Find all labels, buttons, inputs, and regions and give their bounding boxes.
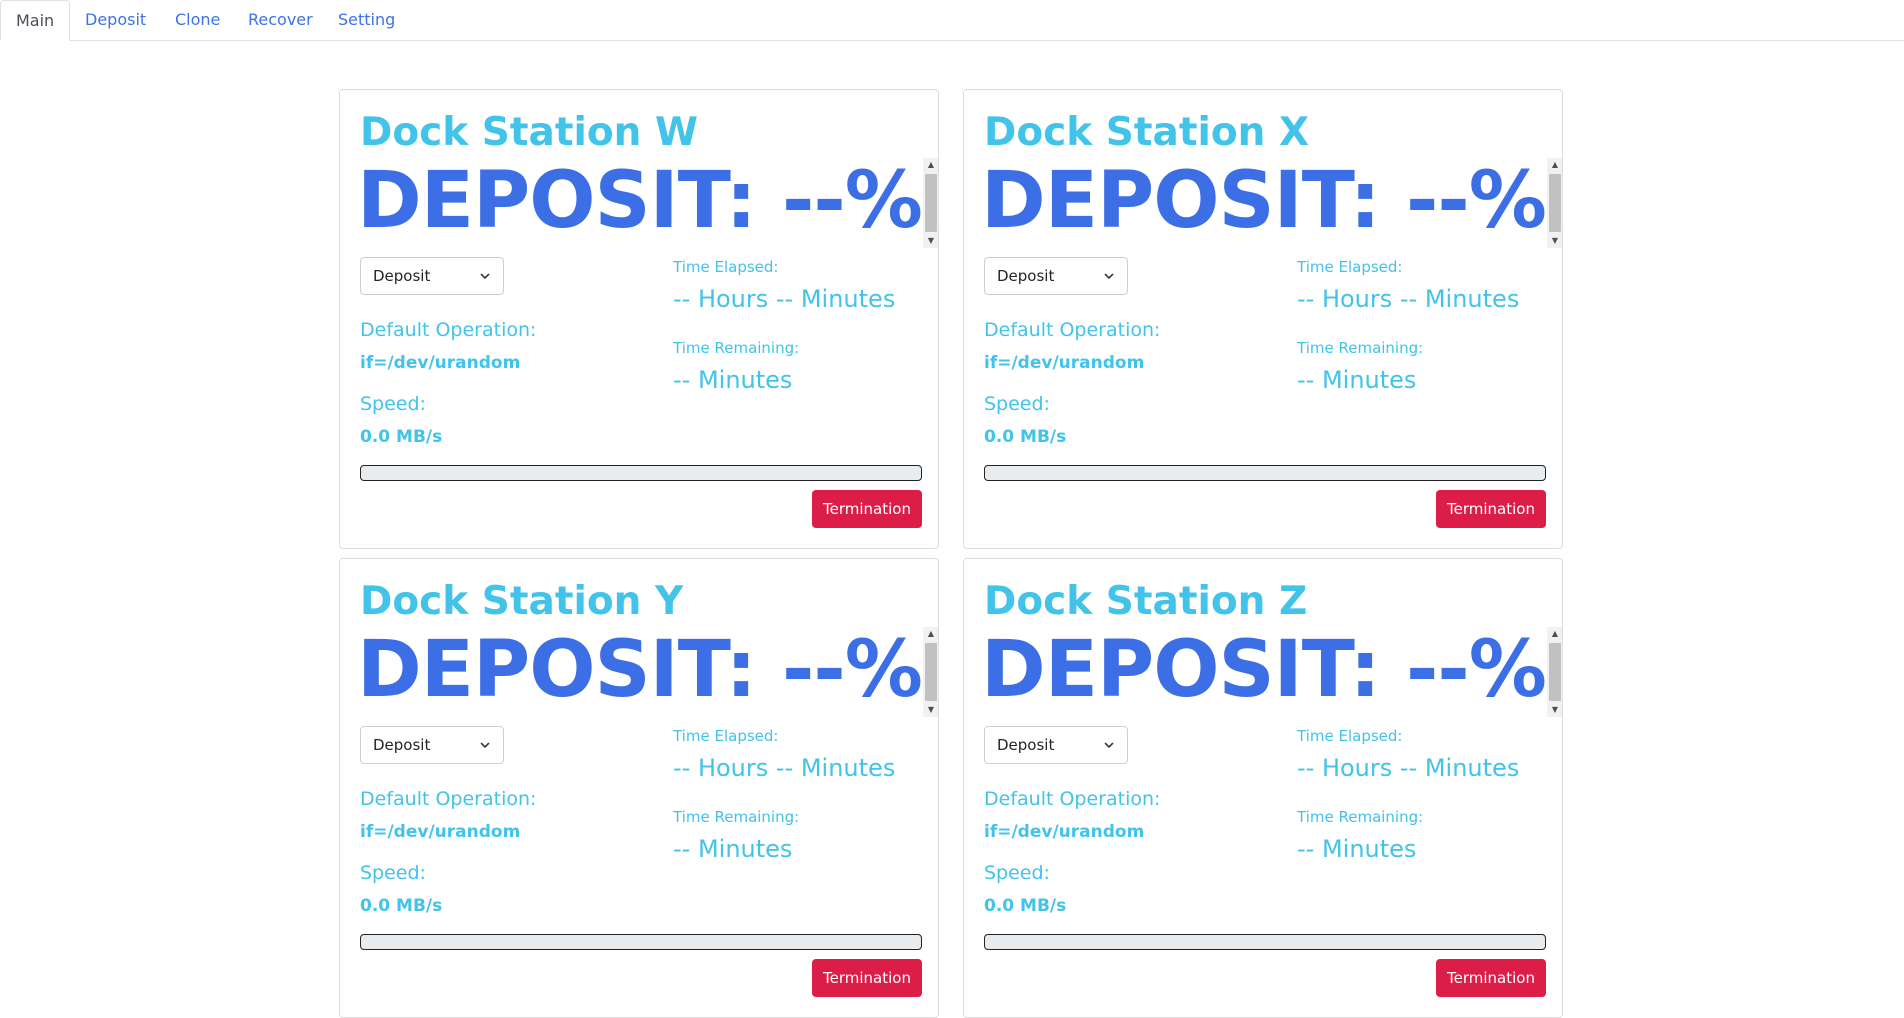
speed-label: Speed: bbox=[984, 862, 1050, 884]
station-card-y: Dock Station Y DEPOSIT: --% ▲ ▼ Deposit … bbox=[339, 558, 939, 1018]
mode-select-value: Deposit bbox=[997, 267, 1055, 285]
mode-select[interactable]: Deposit bbox=[360, 257, 504, 295]
mode-select-value: Deposit bbox=[373, 736, 431, 754]
time-elapsed-value: -- Hours -- Minutes bbox=[673, 754, 896, 782]
termination-button[interactable]: Termination bbox=[812, 959, 922, 997]
time-elapsed-value: -- Hours -- Minutes bbox=[673, 285, 896, 313]
mode-select-value: Deposit bbox=[997, 736, 1055, 754]
deposit-percentage: DEPOSIT: --% bbox=[357, 158, 922, 246]
scroll-down-arrow-icon[interactable]: ▼ bbox=[923, 703, 938, 717]
tab-deposit[interactable]: Deposit bbox=[85, 0, 146, 41]
progress-bar bbox=[984, 934, 1546, 950]
chevron-down-icon bbox=[480, 273, 490, 280]
default-operation-label: Default Operation: bbox=[984, 319, 1161, 341]
station-title: Dock Station Y bbox=[360, 579, 684, 624]
tab-setting[interactable]: Setting bbox=[338, 0, 395, 41]
chevron-down-icon bbox=[1104, 742, 1114, 749]
scroll-thumb[interactable] bbox=[1549, 643, 1561, 701]
scroll-thumb[interactable] bbox=[925, 643, 937, 701]
time-remaining-label: Time Remaining: bbox=[673, 339, 800, 357]
time-remaining-value: -- Minutes bbox=[673, 366, 793, 394]
speed-value: 0.0 MB/s bbox=[360, 896, 443, 916]
termination-button[interactable]: Termination bbox=[812, 490, 922, 528]
vertical-scrollbar[interactable]: ▲ ▼ bbox=[923, 158, 938, 248]
termination-button[interactable]: Termination bbox=[1436, 490, 1546, 528]
default-operation-value: if=/dev/urandom bbox=[360, 822, 521, 842]
default-operation-label: Default Operation: bbox=[360, 319, 537, 341]
mode-select[interactable]: Deposit bbox=[984, 257, 1128, 295]
time-elapsed-value: -- Hours -- Minutes bbox=[1297, 754, 1520, 782]
progress-bar bbox=[984, 465, 1546, 481]
time-remaining-label: Time Remaining: bbox=[1297, 339, 1424, 357]
speed-value: 0.0 MB/s bbox=[984, 427, 1067, 447]
station-card-w: Dock Station W DEPOSIT: --% ▲ ▼ Deposit … bbox=[339, 89, 939, 549]
vertical-scrollbar[interactable]: ▲ ▼ bbox=[1547, 627, 1562, 717]
scroll-thumb[interactable] bbox=[925, 174, 937, 232]
station-title: Dock Station X bbox=[984, 110, 1310, 155]
station-card-x: Dock Station X DEPOSIT: --% ▲ ▼ Deposit … bbox=[963, 89, 1563, 549]
mode-select-value: Deposit bbox=[373, 267, 431, 285]
speed-label: Speed: bbox=[360, 862, 426, 884]
scroll-up-arrow-icon[interactable]: ▲ bbox=[1547, 158, 1562, 172]
default-operation-label: Default Operation: bbox=[984, 788, 1161, 810]
time-remaining-value: -- Minutes bbox=[1297, 366, 1417, 394]
default-operation-value: if=/dev/urandom bbox=[984, 822, 1145, 842]
deposit-percentage: DEPOSIT: --% bbox=[981, 158, 1546, 246]
time-remaining-label: Time Remaining: bbox=[673, 808, 800, 826]
speed-label: Speed: bbox=[360, 393, 426, 415]
tab-clone[interactable]: Clone bbox=[175, 0, 220, 41]
time-elapsed-label: Time Elapsed: bbox=[673, 258, 779, 276]
nav-tabs: Main Deposit Clone Recover Setting bbox=[0, 0, 1904, 41]
mode-select[interactable]: Deposit bbox=[360, 726, 504, 764]
speed-label: Speed: bbox=[984, 393, 1050, 415]
scroll-down-arrow-icon[interactable]: ▼ bbox=[1547, 703, 1562, 717]
station-title: Dock Station Z bbox=[984, 579, 1308, 624]
speed-value: 0.0 MB/s bbox=[360, 427, 443, 447]
default-operation-value: if=/dev/urandom bbox=[984, 353, 1145, 373]
deposit-scroll-area[interactable]: DEPOSIT: --% bbox=[357, 627, 922, 717]
deposit-scroll-area[interactable]: DEPOSIT: --% bbox=[981, 158, 1546, 248]
vertical-scrollbar[interactable]: ▲ ▼ bbox=[923, 627, 938, 717]
time-remaining-value: -- Minutes bbox=[673, 835, 793, 863]
station-card-z: Dock Station Z DEPOSIT: --% ▲ ▼ Deposit … bbox=[963, 558, 1563, 1018]
time-elapsed-label: Time Elapsed: bbox=[1297, 258, 1403, 276]
station-title: Dock Station W bbox=[360, 110, 699, 155]
scroll-up-arrow-icon[interactable]: ▲ bbox=[923, 627, 938, 641]
time-elapsed-label: Time Elapsed: bbox=[673, 727, 779, 745]
deposit-percentage: DEPOSIT: --% bbox=[357, 627, 922, 715]
mode-select[interactable]: Deposit bbox=[984, 726, 1128, 764]
deposit-percentage: DEPOSIT: --% bbox=[981, 627, 1546, 715]
time-remaining-label: Time Remaining: bbox=[1297, 808, 1424, 826]
default-operation-value: if=/dev/urandom bbox=[360, 353, 521, 373]
scroll-up-arrow-icon[interactable]: ▲ bbox=[923, 158, 938, 172]
scroll-thumb[interactable] bbox=[1549, 174, 1561, 232]
tab-main[interactable]: Main bbox=[0, 0, 71, 41]
vertical-scrollbar[interactable]: ▲ ▼ bbox=[1547, 158, 1562, 248]
scroll-down-arrow-icon[interactable]: ▼ bbox=[1547, 234, 1562, 248]
chevron-down-icon bbox=[1104, 273, 1114, 280]
speed-value: 0.0 MB/s bbox=[984, 896, 1067, 916]
time-elapsed-value: -- Hours -- Minutes bbox=[1297, 285, 1520, 313]
time-remaining-value: -- Minutes bbox=[1297, 835, 1417, 863]
tab-recover[interactable]: Recover bbox=[248, 0, 313, 41]
termination-button[interactable]: Termination bbox=[1436, 959, 1546, 997]
deposit-scroll-area[interactable]: DEPOSIT: --% bbox=[357, 158, 922, 248]
scroll-down-arrow-icon[interactable]: ▼ bbox=[923, 234, 938, 248]
progress-bar bbox=[360, 934, 922, 950]
default-operation-label: Default Operation: bbox=[360, 788, 537, 810]
time-elapsed-label: Time Elapsed: bbox=[1297, 727, 1403, 745]
deposit-scroll-area[interactable]: DEPOSIT: --% bbox=[981, 627, 1546, 717]
chevron-down-icon bbox=[480, 742, 490, 749]
scroll-up-arrow-icon[interactable]: ▲ bbox=[1547, 627, 1562, 641]
progress-bar bbox=[360, 465, 922, 481]
